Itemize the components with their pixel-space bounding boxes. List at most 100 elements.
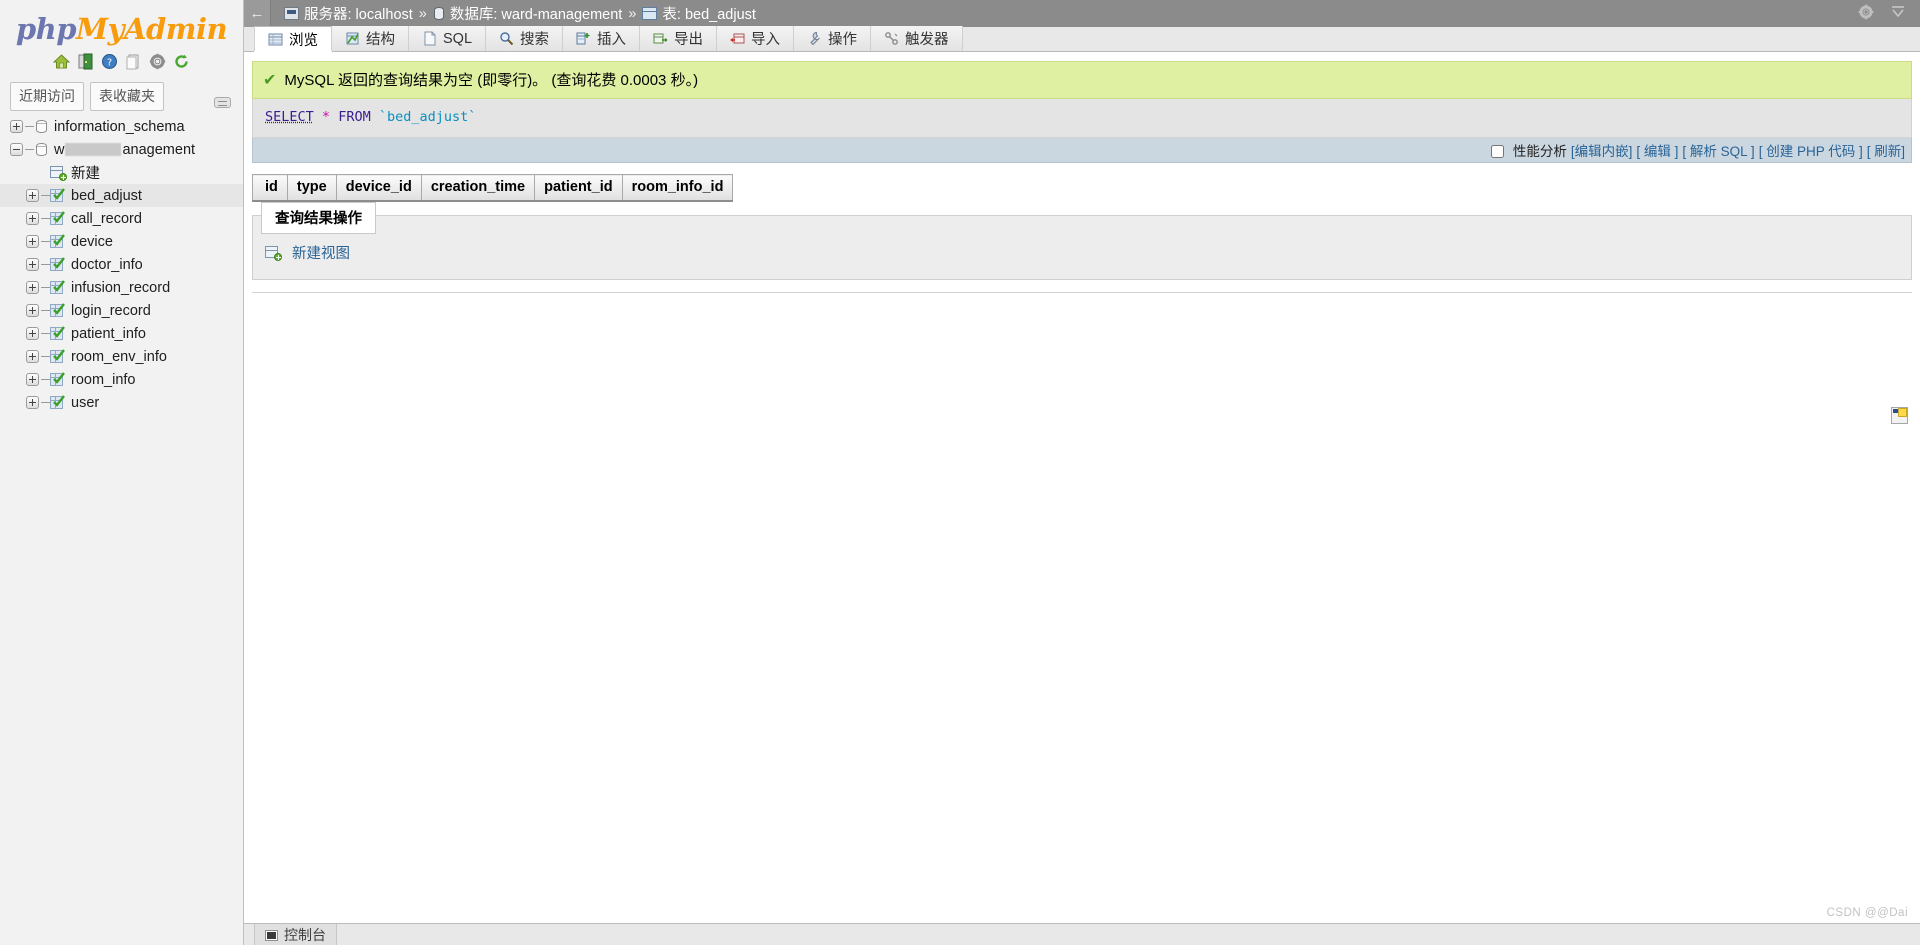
tab-triggers[interactable]: 触发器: [870, 26, 963, 51]
tree-item-label[interactable]: 新建: [71, 162, 100, 183]
results-column-header[interactable]: id: [252, 174, 288, 202]
tree-item-label[interactable]: room_env_info: [71, 349, 167, 365]
breadcrumb-bar: ← 服务器: localhost » 数据库: ward-management …: [244, 0, 1920, 27]
tree-item-new[interactable]: 新建: [0, 161, 243, 184]
tree-item-label[interactable]: w anagement: [54, 142, 195, 158]
tree-item-table[interactable]: doctor_info: [0, 253, 243, 276]
expand-icon[interactable]: [26, 212, 39, 225]
expand-icon[interactable]: [26, 281, 39, 294]
expand-icon[interactable]: [26, 373, 39, 386]
results-column-header[interactable]: creation_time: [420, 174, 536, 202]
tree-item-table[interactable]: device: [0, 230, 243, 253]
expand-icon[interactable]: [26, 327, 39, 340]
edit-link[interactable]: [ 编辑 ]: [1636, 140, 1678, 160]
tree-item-database[interactable]: information_schema: [0, 115, 243, 138]
results-column-header[interactable]: type: [286, 174, 337, 202]
expand-icon[interactable]: [26, 304, 39, 317]
browse-icon: [268, 32, 283, 47]
tab-label: 导入: [751, 32, 781, 48]
export-icon: [653, 31, 668, 46]
tree-item-label[interactable]: patient_info: [71, 326, 146, 342]
sql-query-display[interactable]: SELECT * FROM `bed_adjust`: [252, 99, 1912, 138]
sidebar-tab-recent[interactable]: 近期访问: [10, 82, 84, 111]
tab-export[interactable]: 导出: [639, 26, 718, 51]
help-icon[interactable]: ?: [101, 53, 118, 70]
keyboard-hint-icon[interactable]: [214, 97, 231, 108]
tree-item-table[interactable]: infusion_record: [0, 276, 243, 299]
table-icon: [50, 372, 66, 387]
breadcrumb-table[interactable]: 表: bed_adjust: [642, 3, 756, 24]
tree-item-label[interactable]: login_record: [71, 303, 151, 319]
gear-icon[interactable]: [149, 53, 166, 70]
database-icon: [34, 119, 49, 134]
tab-structure[interactable]: 结构: [331, 26, 409, 51]
collapse-icon[interactable]: [10, 143, 23, 156]
results-column-header[interactable]: room_info_id: [621, 174, 734, 202]
home-icon[interactable]: [52, 53, 71, 70]
tree-item-label[interactable]: infusion_record: [71, 280, 170, 296]
table-icon: [642, 7, 658, 20]
back-button[interactable]: ←: [244, 0, 271, 27]
console-bar: 控制台: [244, 923, 1920, 945]
tab-sql[interactable]: SQL: [408, 26, 487, 51]
breadcrumb-sep-1: »: [418, 5, 427, 22]
gear-icon[interactable]: [1858, 4, 1874, 23]
breadcrumb-server[interactable]: 服务器: localhost: [284, 3, 413, 24]
create-php-code-link[interactable]: [ 创建 PHP 代码 ]: [1759, 140, 1863, 160]
sql-star: *: [321, 109, 331, 125]
tree-item-label[interactable]: device: [71, 234, 113, 250]
query-action-links: 性能分析 [编辑内嵌] [ 编辑 ] [ 解析 SQL ] [ 创建 PHP 代…: [252, 138, 1912, 163]
tree-item-label-prefix: w: [54, 141, 65, 158]
expand-icon[interactable]: [26, 189, 39, 202]
tree-item-table[interactable]: bed_adjust: [0, 184, 243, 207]
expand-icon[interactable]: [26, 258, 39, 271]
tab-import[interactable]: 导入: [716, 26, 795, 51]
refresh-link[interactable]: [ 刷新]: [1867, 140, 1905, 160]
watermark: CSDN @@Dai: [1826, 907, 1908, 919]
tree-item-label[interactable]: information_schema: [54, 119, 185, 135]
tree-item-table[interactable]: room_info: [0, 368, 243, 391]
tab-operations[interactable]: 操作: [793, 26, 872, 51]
sql-keyword-select[interactable]: SELECT: [265, 109, 314, 125]
inline-edit-link[interactable]: [编辑内嵌]: [1571, 140, 1633, 160]
profiling-toggle[interactable]: 性能分析: [1491, 140, 1567, 160]
expand-icon[interactable]: [10, 120, 23, 133]
tab-search[interactable]: 搜索: [485, 26, 564, 51]
tree-item-database[interactable]: w anagement: [0, 138, 243, 161]
tree-item-table[interactable]: login_record: [0, 299, 243, 322]
docs-icon[interactable]: [125, 53, 142, 70]
create-view-link[interactable]: 新建视图: [265, 242, 350, 263]
tab-browse[interactable]: 浏览: [254, 26, 332, 51]
results-column-header[interactable]: patient_id: [534, 174, 623, 202]
tree-item-table[interactable]: room_env_info: [0, 345, 243, 368]
tree-connector: [41, 218, 50, 219]
reload-icon[interactable]: [173, 53, 190, 70]
tree-item-table[interactable]: user: [0, 391, 243, 414]
tree-item-table[interactable]: patient_info: [0, 322, 243, 345]
tab-insert[interactable]: 插入: [562, 26, 641, 51]
expand-icon[interactable]: [26, 350, 39, 363]
console-button[interactable]: 控制台: [254, 924, 337, 945]
breadcrumb-database[interactable]: 数据库: ward-management: [433, 3, 622, 24]
create-view-label: 新建视图: [292, 246, 350, 262]
tree-item-table[interactable]: call_record: [0, 207, 243, 230]
tree-item-label[interactable]: room_info: [71, 372, 135, 388]
results-header-row: id type device_id creation_time patient_id ro…: [252, 174, 734, 202]
profiling-checkbox[interactable]: [1491, 145, 1505, 158]
tree-item-label[interactable]: call_record: [71, 211, 142, 227]
tree-item-label[interactable]: doctor_info: [71, 257, 143, 273]
database-icon: [34, 142, 49, 157]
tree-item-label[interactable]: user: [71, 395, 99, 411]
results-column-header[interactable]: device_id: [335, 174, 422, 202]
tree-item-label[interactable]: bed_adjust: [71, 188, 142, 204]
server-icon: [284, 7, 299, 20]
bookmark-panel-icon[interactable]: [1891, 407, 1908, 424]
expand-icon[interactable]: [26, 396, 39, 409]
pma-logo[interactable]: phpMyAdmin: [0, 0, 243, 46]
logout-icon[interactable]: [77, 53, 94, 70]
explain-sql-link[interactable]: [ 解析 SQL ]: [1682, 140, 1754, 160]
tab-label: 插入: [597, 32, 627, 48]
expand-icon[interactable]: [26, 235, 39, 248]
sidebar-tab-favorites[interactable]: 表收藏夹: [90, 82, 164, 111]
collapse-icon[interactable]: [1890, 4, 1906, 23]
